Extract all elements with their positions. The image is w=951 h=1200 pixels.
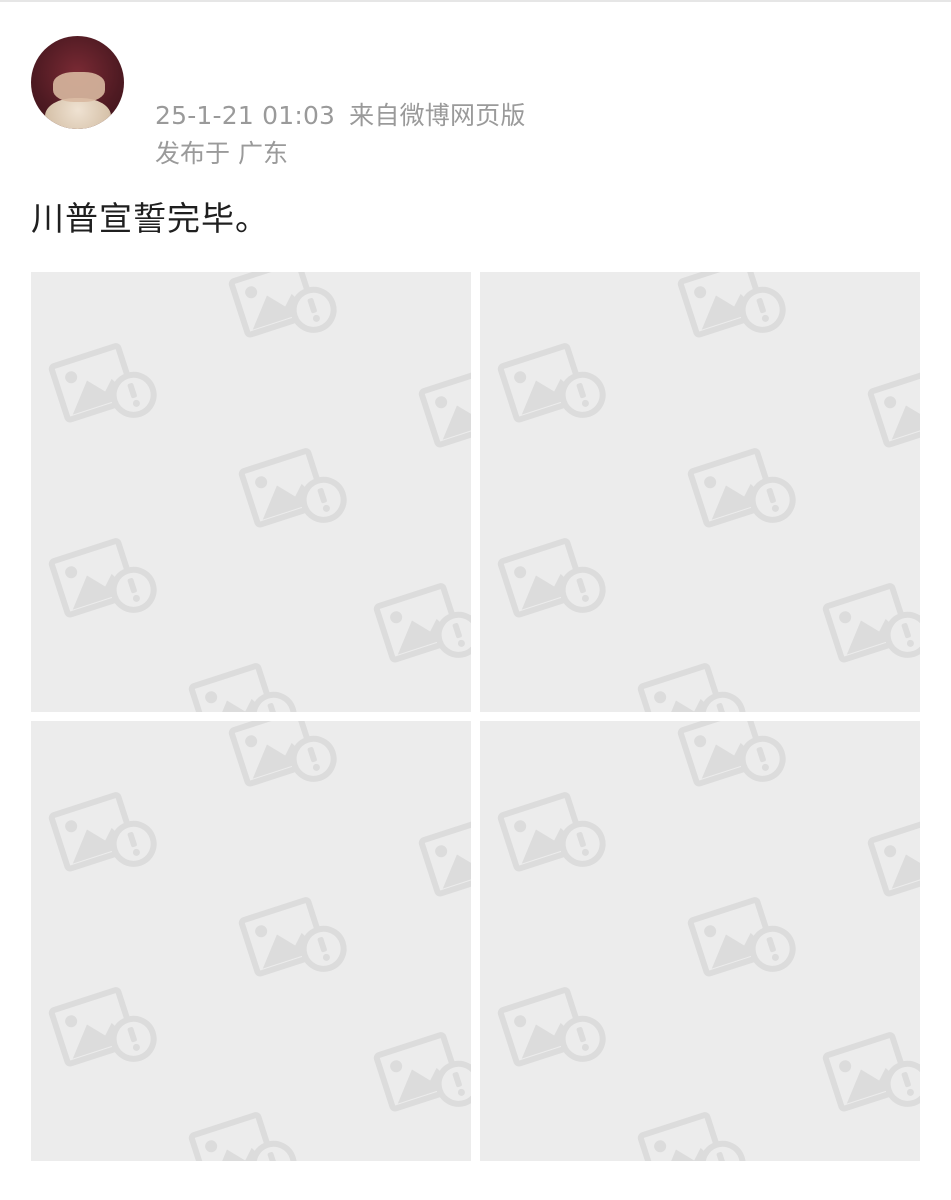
top-divider [0,0,951,2]
watermark-pattern [497,272,920,712]
image-error-icon [48,987,157,1067]
image-error-icon [637,1112,746,1161]
post-text: 川普宣誓完毕。 [31,199,269,238]
image-error-icon [497,792,606,872]
image-error-icon [867,368,920,448]
post-location-line: 发布于 广东 [155,134,288,170]
weibo-post-page: 25-1-21 01:03 来自微博网页版 发布于 广东 川普宣誓完毕。 [0,0,951,1200]
image-error-icon [677,721,786,787]
watermark-pattern [48,721,471,1161]
image-grid [31,272,920,1161]
post-meta-line: 25-1-21 01:03 来自微博网页版 [155,96,526,132]
image-error-icon [188,663,297,712]
post-timestamp[interactable]: 25-1-21 01:03 [155,101,335,130]
image-error-icon [418,368,471,448]
image-error-icon [822,1032,920,1112]
image-error-icon [48,538,157,618]
image-placeholder[interactable] [31,272,471,712]
image-placeholder[interactable] [480,272,920,712]
image-error-icon [687,897,796,977]
image-placeholder[interactable] [480,721,920,1161]
image-error-icon [228,272,337,338]
image-error-icon [238,897,347,977]
location-prefix: 发布于 [155,139,231,168]
image-error-icon [418,817,471,897]
image-error-icon [188,1112,297,1161]
image-error-icon [497,538,606,618]
avatar-photo-detail [45,98,111,129]
watermark-pattern [48,272,471,712]
image-error-icon [497,987,606,1067]
avatar[interactable] [31,36,124,129]
image-error-icon [228,721,337,787]
image-error-icon [687,448,796,528]
image-error-icon [238,448,347,528]
image-error-icon [48,343,157,423]
image-error-icon [637,663,746,712]
image-error-icon [867,817,920,897]
image-error-icon [373,583,471,663]
image-error-icon [497,343,606,423]
post-location: 广东 [238,139,289,168]
image-error-icon [822,583,920,663]
image-error-icon [373,1032,471,1112]
image-placeholder[interactable] [31,721,471,1161]
watermark-pattern [497,721,920,1161]
image-error-icon [48,792,157,872]
image-error-icon [677,272,786,338]
post-source: 来自微博网页版 [349,101,526,130]
avatar-photo-face [53,72,105,102]
